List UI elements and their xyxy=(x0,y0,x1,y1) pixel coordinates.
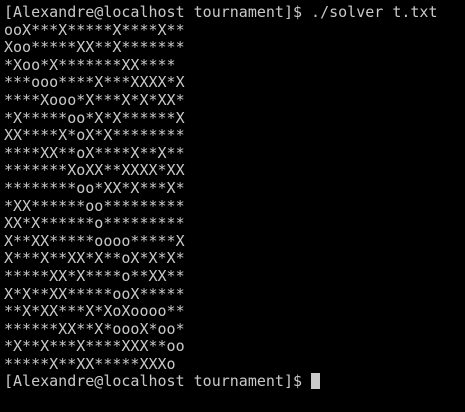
command-line: [Alexandre@localhost tournament]$ ./solv… xyxy=(4,3,465,22)
output-line: XX****X*oX*X******** xyxy=(4,126,185,145)
output-line: *X*****oo*X*X******X xyxy=(4,108,185,127)
output-line: *X**X***X****XXX**oo xyxy=(4,337,185,356)
output-line: *******XoXX**XXXX*XX xyxy=(4,161,185,180)
output-line: X***X**XX*X**oX*X*X* xyxy=(4,249,185,268)
command-text: ./solver t.txt xyxy=(311,3,438,21)
output-line: ********oo*XX*X***X* xyxy=(4,178,185,197)
input-line[interactable]: [Alexandre@localhost tournament]$ xyxy=(4,373,465,391)
cursor-block xyxy=(311,373,321,390)
output-line: Xoo*****XX**X******* xyxy=(4,38,185,57)
output-line: ****Xooo*X***X*X*XX* xyxy=(4,90,185,109)
output-line: *XX******oo********* xyxy=(4,196,185,215)
terminal-window[interactable]: [Alexandre@localhost tournament]$ ./solv… xyxy=(0,0,465,412)
output-line: XX*X******o********* xyxy=(4,214,185,233)
output-line: X**XX*****oooo*****X xyxy=(4,231,185,250)
output-line: ******XX**X*oooX*oo* xyxy=(4,319,185,338)
output-line: *****X**XX*****XXXo xyxy=(4,354,176,373)
output-line: ****XX**oX****X**X** xyxy=(4,143,185,162)
output-line: ***ooo****X***XXXX*X xyxy=(4,73,185,92)
shell-prompt: [Alexandre@localhost tournament]$ xyxy=(4,3,312,21)
output-line: *Xoo*X*******XX**** xyxy=(4,55,176,74)
output-line: **X*XX***X*XoXoooo** xyxy=(4,302,185,321)
output-line: X*X**XX*****ooX***** xyxy=(4,284,185,303)
output-line: ooX***X*****X****X** xyxy=(4,20,185,39)
shell-prompt: [Alexandre@localhost tournament]$ xyxy=(4,372,312,391)
output-line: *****XX*X****o**XX** xyxy=(4,266,185,285)
